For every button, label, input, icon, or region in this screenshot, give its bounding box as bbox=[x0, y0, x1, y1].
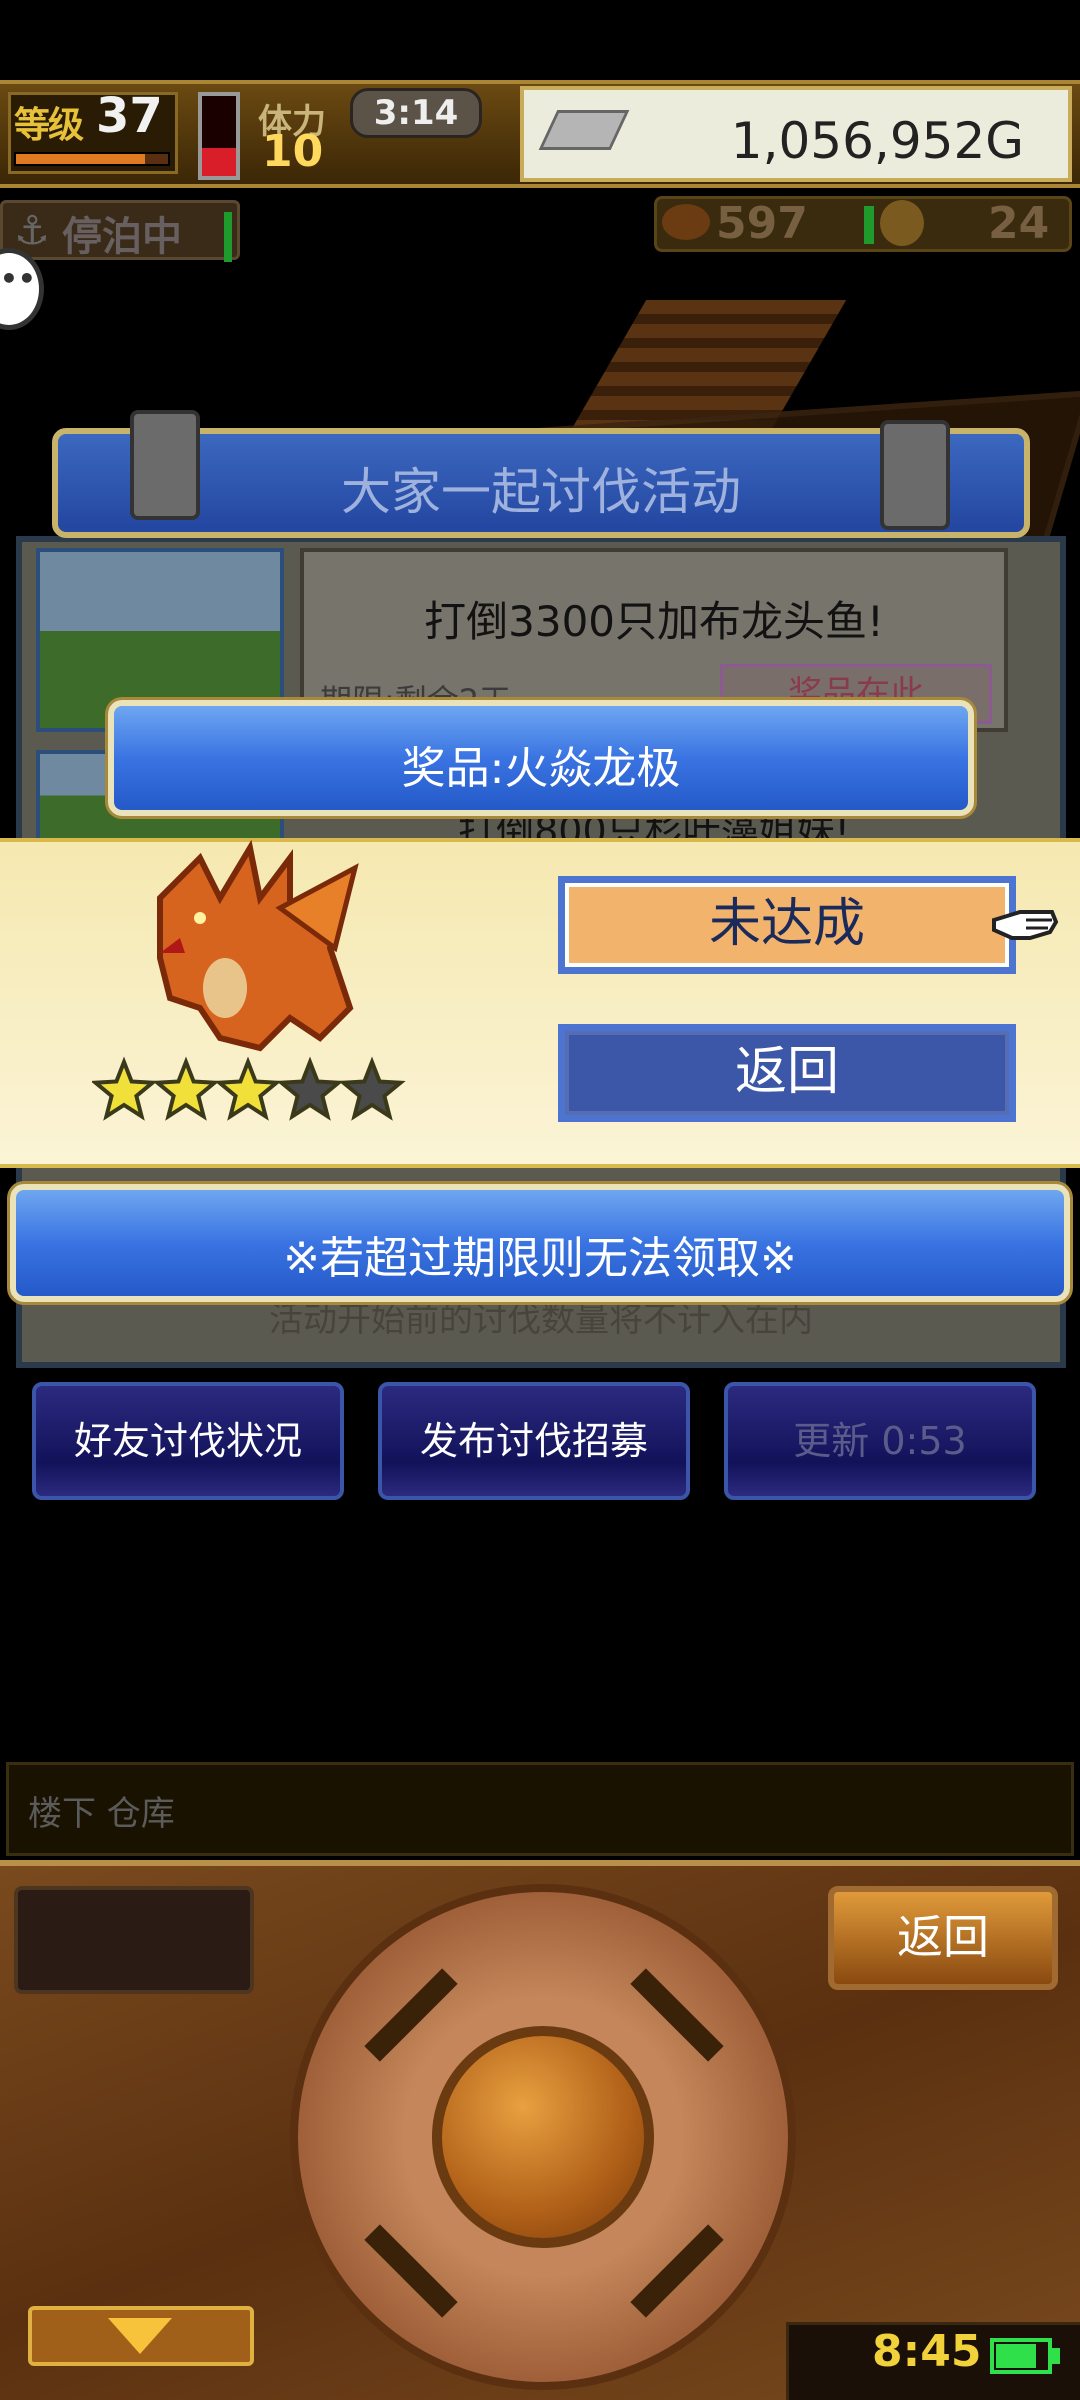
resource-divider bbox=[864, 206, 874, 244]
resource2-value: 24 bbox=[988, 198, 1050, 249]
level-progress-fill bbox=[16, 154, 146, 164]
medal-icon bbox=[880, 200, 924, 246]
fire-dragon-icon bbox=[157, 839, 359, 1052]
knight-left-icon bbox=[130, 410, 200, 520]
stamina-timer: 3:14 bbox=[350, 88, 482, 138]
moor-label: 停泊中 bbox=[62, 214, 182, 260]
stamina-value: 10 bbox=[262, 126, 324, 177]
chat-dots-icon: •• bbox=[0, 262, 36, 295]
anchor-icon: ⚓ bbox=[14, 208, 50, 254]
down-arrow-icon bbox=[108, 2318, 172, 2354]
moor-indicator bbox=[224, 212, 232, 262]
event-goal-1: 打倒3300只加布龙头鱼! bbox=[424, 597, 884, 646]
knight-right-icon bbox=[880, 420, 950, 530]
level-value: 37 bbox=[96, 88, 163, 144]
star-empty-icon bbox=[276, 1056, 344, 1121]
location-label: 楼下 仓库 bbox=[28, 1794, 175, 1834]
dpad-center-button[interactable] bbox=[432, 2026, 654, 2248]
pointing-hand-icon bbox=[992, 910, 1059, 940]
clock: 8:45 bbox=[872, 2326, 982, 2377]
back-button[interactable]: 返回 bbox=[558, 1024, 1016, 1122]
star-empty-icon bbox=[338, 1056, 406, 1121]
recruit-button[interactable]: 发布讨伐招募 bbox=[378, 1382, 690, 1500]
reward-title: 奖品:火焱龙极 bbox=[401, 743, 681, 794]
deadline-warning: ※若超过期限则无法领取※ bbox=[283, 1233, 797, 1284]
level-label: 等级 bbox=[14, 105, 84, 146]
controller-back-button[interactable]: 返回 bbox=[828, 1886, 1058, 1990]
battery-level bbox=[996, 2344, 1036, 2368]
refresh-button[interactable]: 更新 0:53 bbox=[724, 1382, 1036, 1500]
gold-value: 1,056,952G bbox=[730, 112, 1024, 170]
hp-gauge-fill bbox=[202, 148, 236, 176]
friends-status-button[interactable]: 好友讨伐状况 bbox=[32, 1382, 344, 1500]
battery-tip bbox=[1052, 2348, 1060, 2364]
not-achieved-button[interactable]: 未达成 bbox=[558, 876, 1016, 974]
resource1-value: 597 bbox=[716, 198, 808, 249]
star-filled-icon bbox=[152, 1056, 220, 1121]
star-filled-icon bbox=[92, 1056, 158, 1121]
star-filled-icon bbox=[214, 1056, 282, 1121]
rarity-stars bbox=[92, 1056, 406, 1121]
item-slot[interactable] bbox=[14, 1886, 254, 1994]
food-icon bbox=[662, 204, 710, 240]
